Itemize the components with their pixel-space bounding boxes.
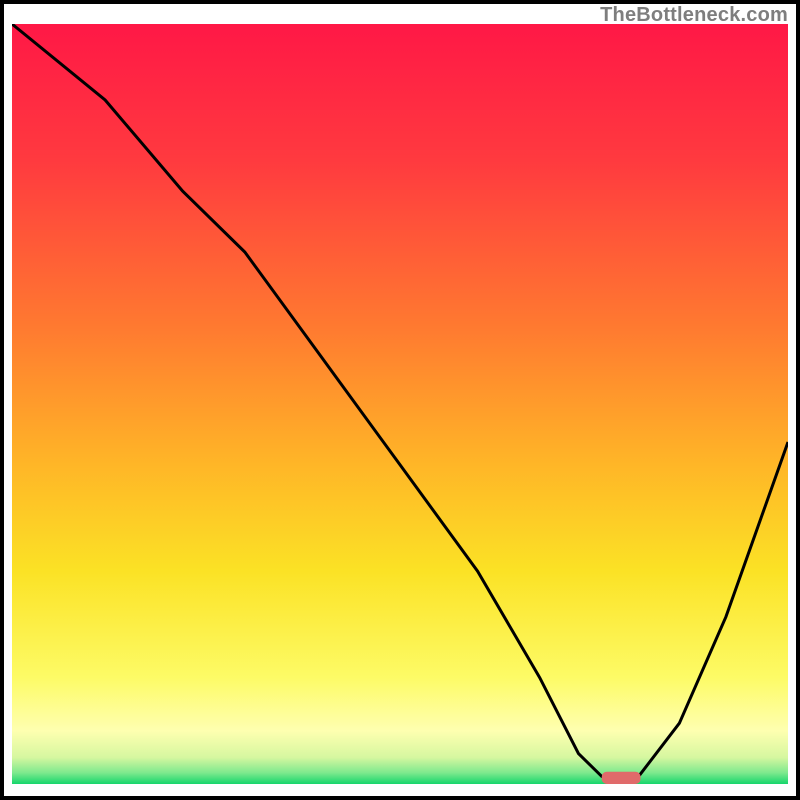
gradient-background	[12, 24, 788, 784]
plot-area	[12, 24, 788, 784]
chart-frame: TheBottleneck.com	[0, 0, 800, 800]
optimal-marker	[602, 772, 641, 784]
bottleneck-chart	[12, 24, 788, 784]
